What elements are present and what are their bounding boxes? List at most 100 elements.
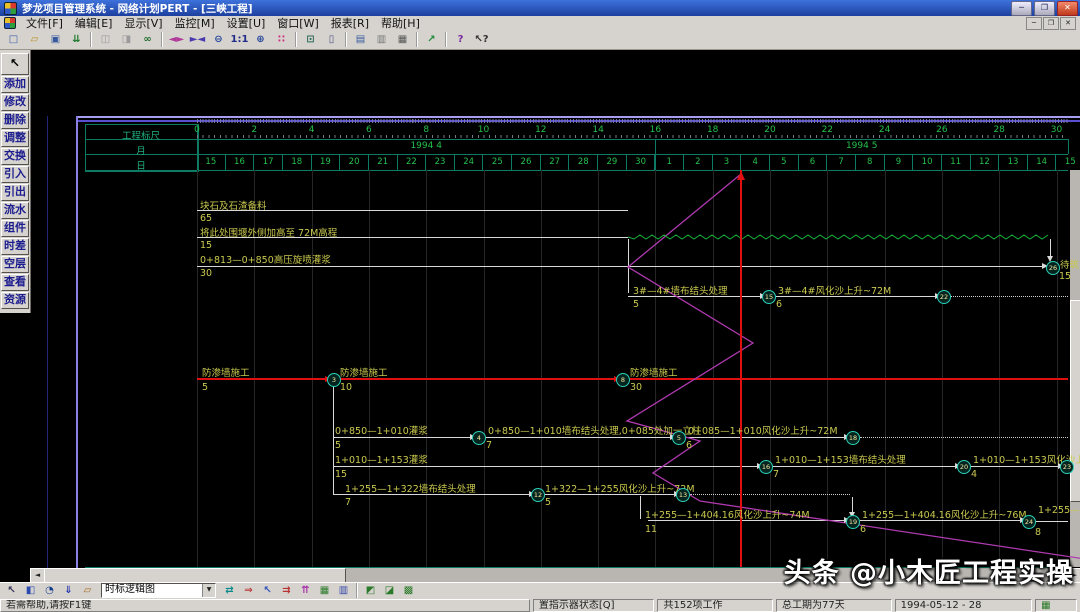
new-icon[interactable]: □ bbox=[3, 30, 24, 49]
relation-parallel-icon[interactable]: ⇉ bbox=[277, 584, 296, 598]
task-label-10[interactable]: 待筑 bbox=[1060, 257, 1079, 271]
task-label-12[interactable]: 防渗墙施工 bbox=[202, 365, 250, 379]
task-label-20[interactable]: 0+850—1+010墙布结头处理,0+085处加一立柱 bbox=[488, 423, 701, 437]
task-label-22[interactable]: 0+085—1+010风化沙上升~72M bbox=[688, 423, 838, 437]
task-label-21[interactable]: 7 bbox=[486, 440, 492, 451]
context-help-icon[interactable]: ↖? bbox=[471, 30, 492, 49]
task-label-8[interactable]: 3#—4#风化沙上升~72M bbox=[778, 283, 891, 297]
menu-item-8[interactable]: 帮助[H] bbox=[376, 15, 425, 31]
menu-item-7[interactable]: 报表[R] bbox=[326, 15, 374, 31]
print-setup-icon[interactable]: ▥ bbox=[371, 30, 392, 49]
fit-window-icon[interactable]: ⊡ bbox=[300, 30, 321, 49]
layer-a-icon[interactable]: ◩ bbox=[361, 584, 380, 598]
task-label-37[interactable]: 6 bbox=[860, 524, 866, 535]
task-label-0[interactable]: 块石及石渣备料 bbox=[200, 198, 267, 212]
mdi-close-button[interactable]: ✕ bbox=[1060, 17, 1076, 30]
edit-tool-icon[interactable]: ▱ bbox=[78, 584, 97, 598]
view-mode-select[interactable]: 时标逻辑图 ▼ bbox=[101, 583, 216, 598]
find-icon[interactable]: ∞ bbox=[137, 30, 158, 49]
pert-node-12[interactable]: 12 bbox=[531, 488, 545, 502]
actual-size-icon[interactable]: 1:1 bbox=[229, 30, 250, 49]
task-label-39[interactable]: 8 bbox=[1035, 527, 1041, 538]
menu-item-2[interactable]: 编辑[E] bbox=[70, 15, 118, 31]
window-tool-icon[interactable]: ◧ bbox=[21, 584, 40, 598]
expand-icon[interactable]: ►◄ bbox=[187, 30, 208, 49]
task-label-9[interactable]: 6 bbox=[776, 299, 782, 310]
pert-node-24[interactable]: 24 bbox=[1022, 515, 1036, 529]
chevron-down-icon[interactable]: ▼ bbox=[202, 584, 215, 597]
open-icon[interactable]: ▱ bbox=[24, 30, 45, 49]
task-label-19[interactable]: 5 bbox=[335, 440, 341, 451]
mdi-minimize-button[interactable]: ─ bbox=[1026, 17, 1042, 30]
zoom-in-icon[interactable]: ⊕ bbox=[250, 30, 271, 49]
task-label-14[interactable]: 防渗墙施工 bbox=[340, 365, 388, 379]
print-icon[interactable]: ▦ bbox=[392, 30, 413, 49]
pert-node-8[interactable]: 8 bbox=[616, 373, 630, 387]
task-label-32[interactable]: 1+322—1+255风化沙上升~72M bbox=[545, 481, 695, 495]
relation-up-icon[interactable]: ⇈ bbox=[296, 584, 315, 598]
help-icon[interactable]: ? bbox=[450, 30, 471, 49]
task-bar-5[interactable] bbox=[951, 296, 1068, 297]
task-bar-13[interactable] bbox=[333, 466, 757, 467]
task-label-3[interactable]: 15 bbox=[200, 240, 212, 251]
pie-chart-icon[interactable]: ◔ bbox=[40, 584, 59, 598]
pert-node-3[interactable]: 3 bbox=[327, 373, 341, 387]
menu-item-6[interactable]: 窗口[W] bbox=[272, 15, 323, 31]
pert-grid-icon[interactable]: ∷ bbox=[271, 30, 292, 49]
minimize-button[interactable]: ─ bbox=[1011, 1, 1032, 16]
arrow-down-tool-icon[interactable]: ⇓ bbox=[59, 584, 78, 598]
task-bar-11[interactable] bbox=[686, 437, 844, 438]
task-bar-10[interactable] bbox=[486, 437, 670, 438]
task-label-13[interactable]: 5 bbox=[202, 382, 208, 393]
task-label-34[interactable]: 1+255—1+404.16风化沙上升~74M bbox=[645, 507, 810, 521]
pointer-tool-icon[interactable]: ↖ bbox=[2, 584, 21, 598]
relation-select-icon[interactable]: ↖ bbox=[258, 584, 277, 598]
pert-node-26[interactable]: 26 bbox=[1046, 261, 1060, 275]
preview-icon[interactable]: ▤ bbox=[350, 30, 371, 49]
close-button[interactable]: ✕ bbox=[1057, 1, 1078, 16]
pert-node-15[interactable]: 15 bbox=[762, 290, 776, 304]
import-icon[interactable]: ⇊ bbox=[66, 30, 87, 49]
task-bar-2[interactable] bbox=[197, 266, 1042, 267]
pert-node-23[interactable]: 23 bbox=[1060, 460, 1074, 474]
mdi-restore-button[interactable]: ❐ bbox=[1043, 17, 1059, 30]
task-label-29[interactable]: 4 bbox=[971, 469, 977, 480]
pert-node-5[interactable]: 5 bbox=[672, 431, 686, 445]
h-scrollbar-left-button[interactable]: ◄ bbox=[30, 568, 45, 582]
copy-icon[interactable]: ◫ bbox=[95, 30, 116, 49]
pert-node-13[interactable]: 13 bbox=[676, 488, 690, 502]
chart-icon[interactable]: ↗ bbox=[421, 30, 442, 49]
zoom-out-icon[interactable]: ⊖ bbox=[208, 30, 229, 49]
task-label-4[interactable]: 0+813—0+850高压旋喷灌浆 bbox=[200, 252, 331, 266]
task-label-25[interactable]: 15 bbox=[335, 469, 347, 480]
task-label-1[interactable]: 65 bbox=[200, 213, 212, 224]
task-label-18[interactable]: 0+850—1+010灌浆 bbox=[335, 423, 428, 437]
task-label-6[interactable]: 3#—4#墙布结头处理 bbox=[633, 283, 728, 297]
menu-item-1[interactable]: 文件[F] bbox=[21, 15, 68, 31]
task-label-5[interactable]: 30 bbox=[200, 268, 212, 279]
layer-b-icon[interactable]: ◪ bbox=[380, 584, 399, 598]
pert-node-20[interactable]: 20 bbox=[957, 460, 971, 474]
task-label-27[interactable]: 7 bbox=[773, 469, 779, 480]
menu-item-4[interactable]: 监控[M] bbox=[170, 15, 220, 31]
task-label-36[interactable]: 1+255—1+404.16风化沙上升~76M bbox=[862, 507, 1027, 521]
pert-node-18[interactable]: 18 bbox=[846, 431, 860, 445]
task-bar-15[interactable] bbox=[971, 466, 1058, 467]
restore-button[interactable]: ❐ bbox=[1034, 1, 1055, 16]
task-label-11[interactable]: 15 bbox=[1059, 271, 1071, 282]
pert-node-16[interactable]: 16 bbox=[759, 460, 773, 474]
task-label-7[interactable]: 5 bbox=[633, 299, 639, 310]
page-icon[interactable]: ▯ bbox=[321, 30, 342, 49]
task-label-17[interactable]: 30 bbox=[630, 382, 642, 393]
task-label-16[interactable]: 防渗墙施工 bbox=[630, 365, 678, 379]
pert-node-19[interactable]: 19 bbox=[846, 515, 860, 529]
pert-canvas[interactable]: 工程标尺月日 0 2 4 6 8 10 12 14 16 18 20 22 24 26 28 30 1994 41… bbox=[0, 50, 1080, 582]
task-label-23[interactable]: 6 bbox=[686, 440, 692, 451]
task-label-31[interactable]: 7 bbox=[345, 497, 351, 508]
critical-task-bar-8[interactable] bbox=[630, 378, 1068, 380]
h-scrollbar-thumb[interactable] bbox=[44, 568, 346, 582]
relation-forward-icon[interactable]: ⇒ bbox=[239, 584, 258, 598]
table-view-icon[interactable]: ▥ bbox=[334, 584, 353, 598]
compress-icon[interactable]: ◄► bbox=[166, 30, 187, 49]
menu-item-3[interactable]: 显示[V] bbox=[119, 15, 167, 31]
